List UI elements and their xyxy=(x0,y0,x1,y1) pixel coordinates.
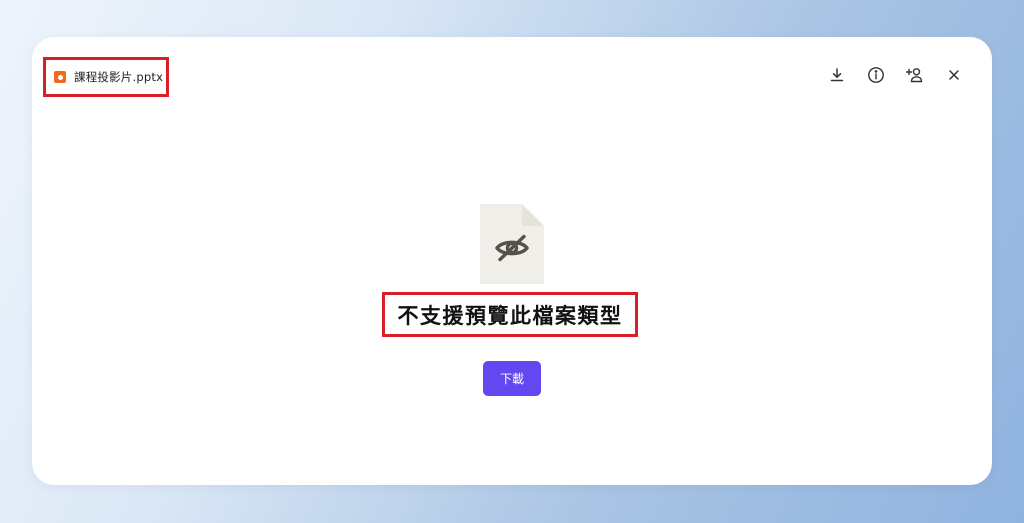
info-button[interactable] xyxy=(864,63,888,87)
unsupported-preview-message: 不支援預覽此檔案類型 xyxy=(397,303,623,328)
add-person-icon xyxy=(906,68,923,83)
file-title-tab: 課程投影片.pptx xyxy=(43,57,169,97)
share-button[interactable] xyxy=(903,63,927,87)
pptx-file-icon xyxy=(54,71,66,83)
download-button[interactable]: 下載 xyxy=(483,361,541,396)
unsupported-message-box: 不支援預覽此檔案類型 xyxy=(382,292,638,337)
close-button[interactable] xyxy=(942,63,966,87)
download-icon xyxy=(830,68,844,82)
file-name: 課程投影片.pptx xyxy=(74,70,164,84)
file-preview-dialog: 課程投影片.pptx 不支援預覽此檔案類型 下載 xyxy=(32,37,992,485)
eye-off-document-icon xyxy=(480,204,544,284)
close-icon xyxy=(949,70,959,80)
info-icon xyxy=(868,67,884,83)
toolbar xyxy=(825,63,966,87)
download-icon-button[interactable] xyxy=(825,63,849,87)
